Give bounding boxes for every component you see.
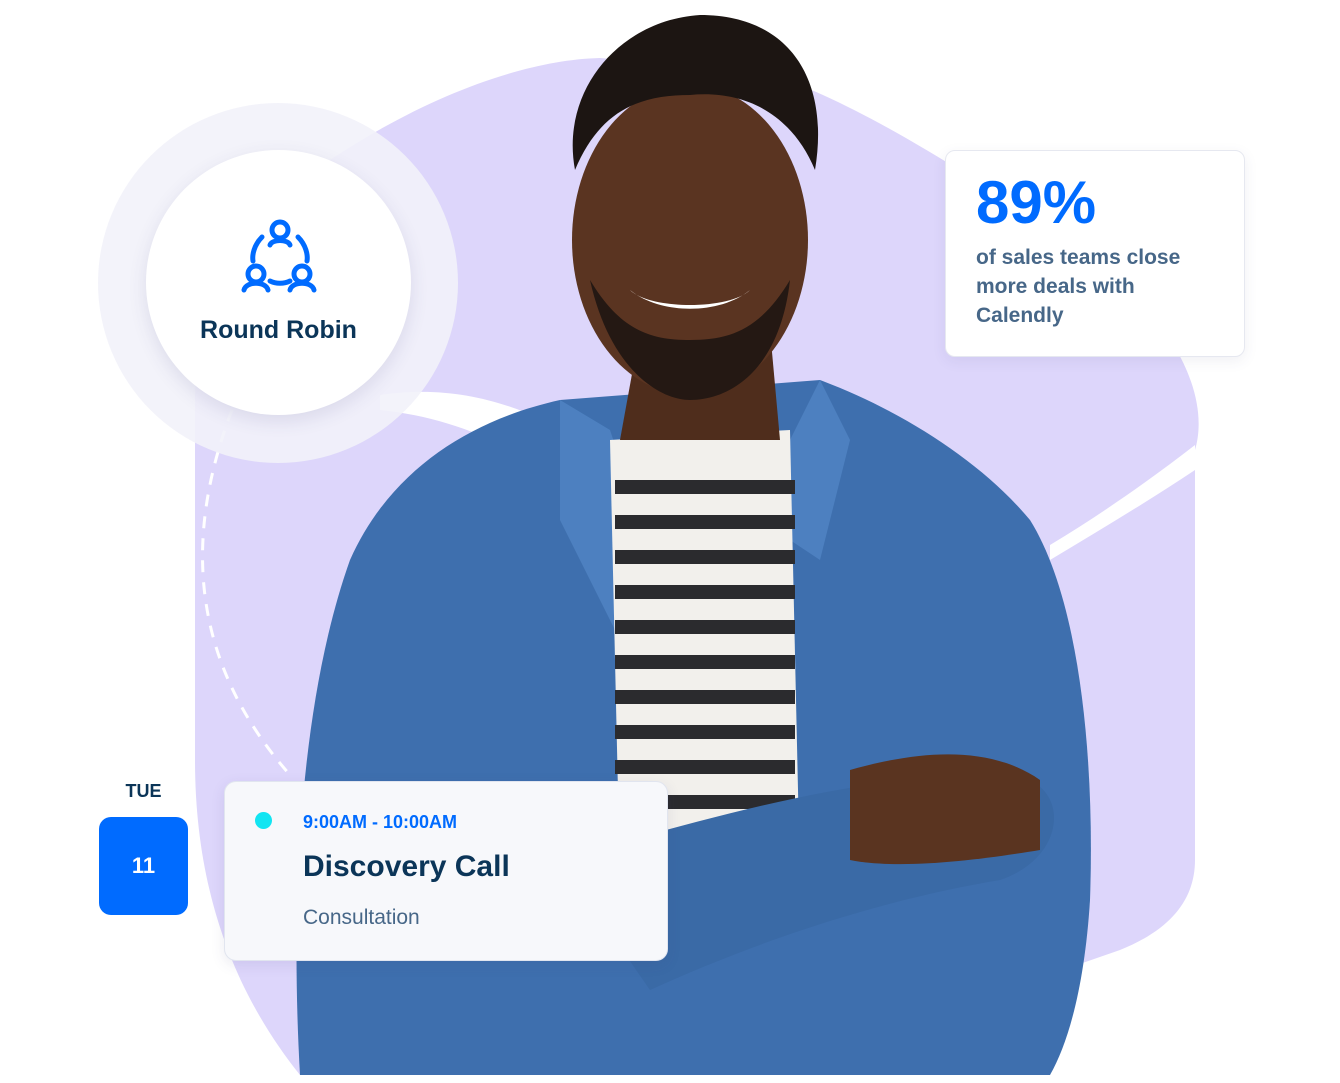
event-time: 9:00AM - 10:00AM bbox=[303, 812, 458, 832]
stat-value: 89% bbox=[976, 169, 1097, 236]
calendar-date-badge[interactable]: 11 bbox=[99, 817, 188, 915]
event-title: Discovery Call bbox=[303, 850, 510, 883]
event-type: Consultation bbox=[303, 906, 420, 929]
calendar-day: TUE bbox=[125, 781, 162, 801]
stat-card: 89% of sales teams close more deals with… bbox=[945, 150, 1245, 357]
event-card[interactable]: 9:00AM - 10:00AM Discovery Call Consulta… bbox=[224, 781, 668, 961]
group-rotation-icon bbox=[241, 219, 317, 293]
event-status-dot bbox=[255, 812, 272, 829]
stat-description: of sales teams close more deals with Cal… bbox=[976, 246, 1181, 327]
round-robin-label: Round Robin bbox=[200, 316, 357, 344]
